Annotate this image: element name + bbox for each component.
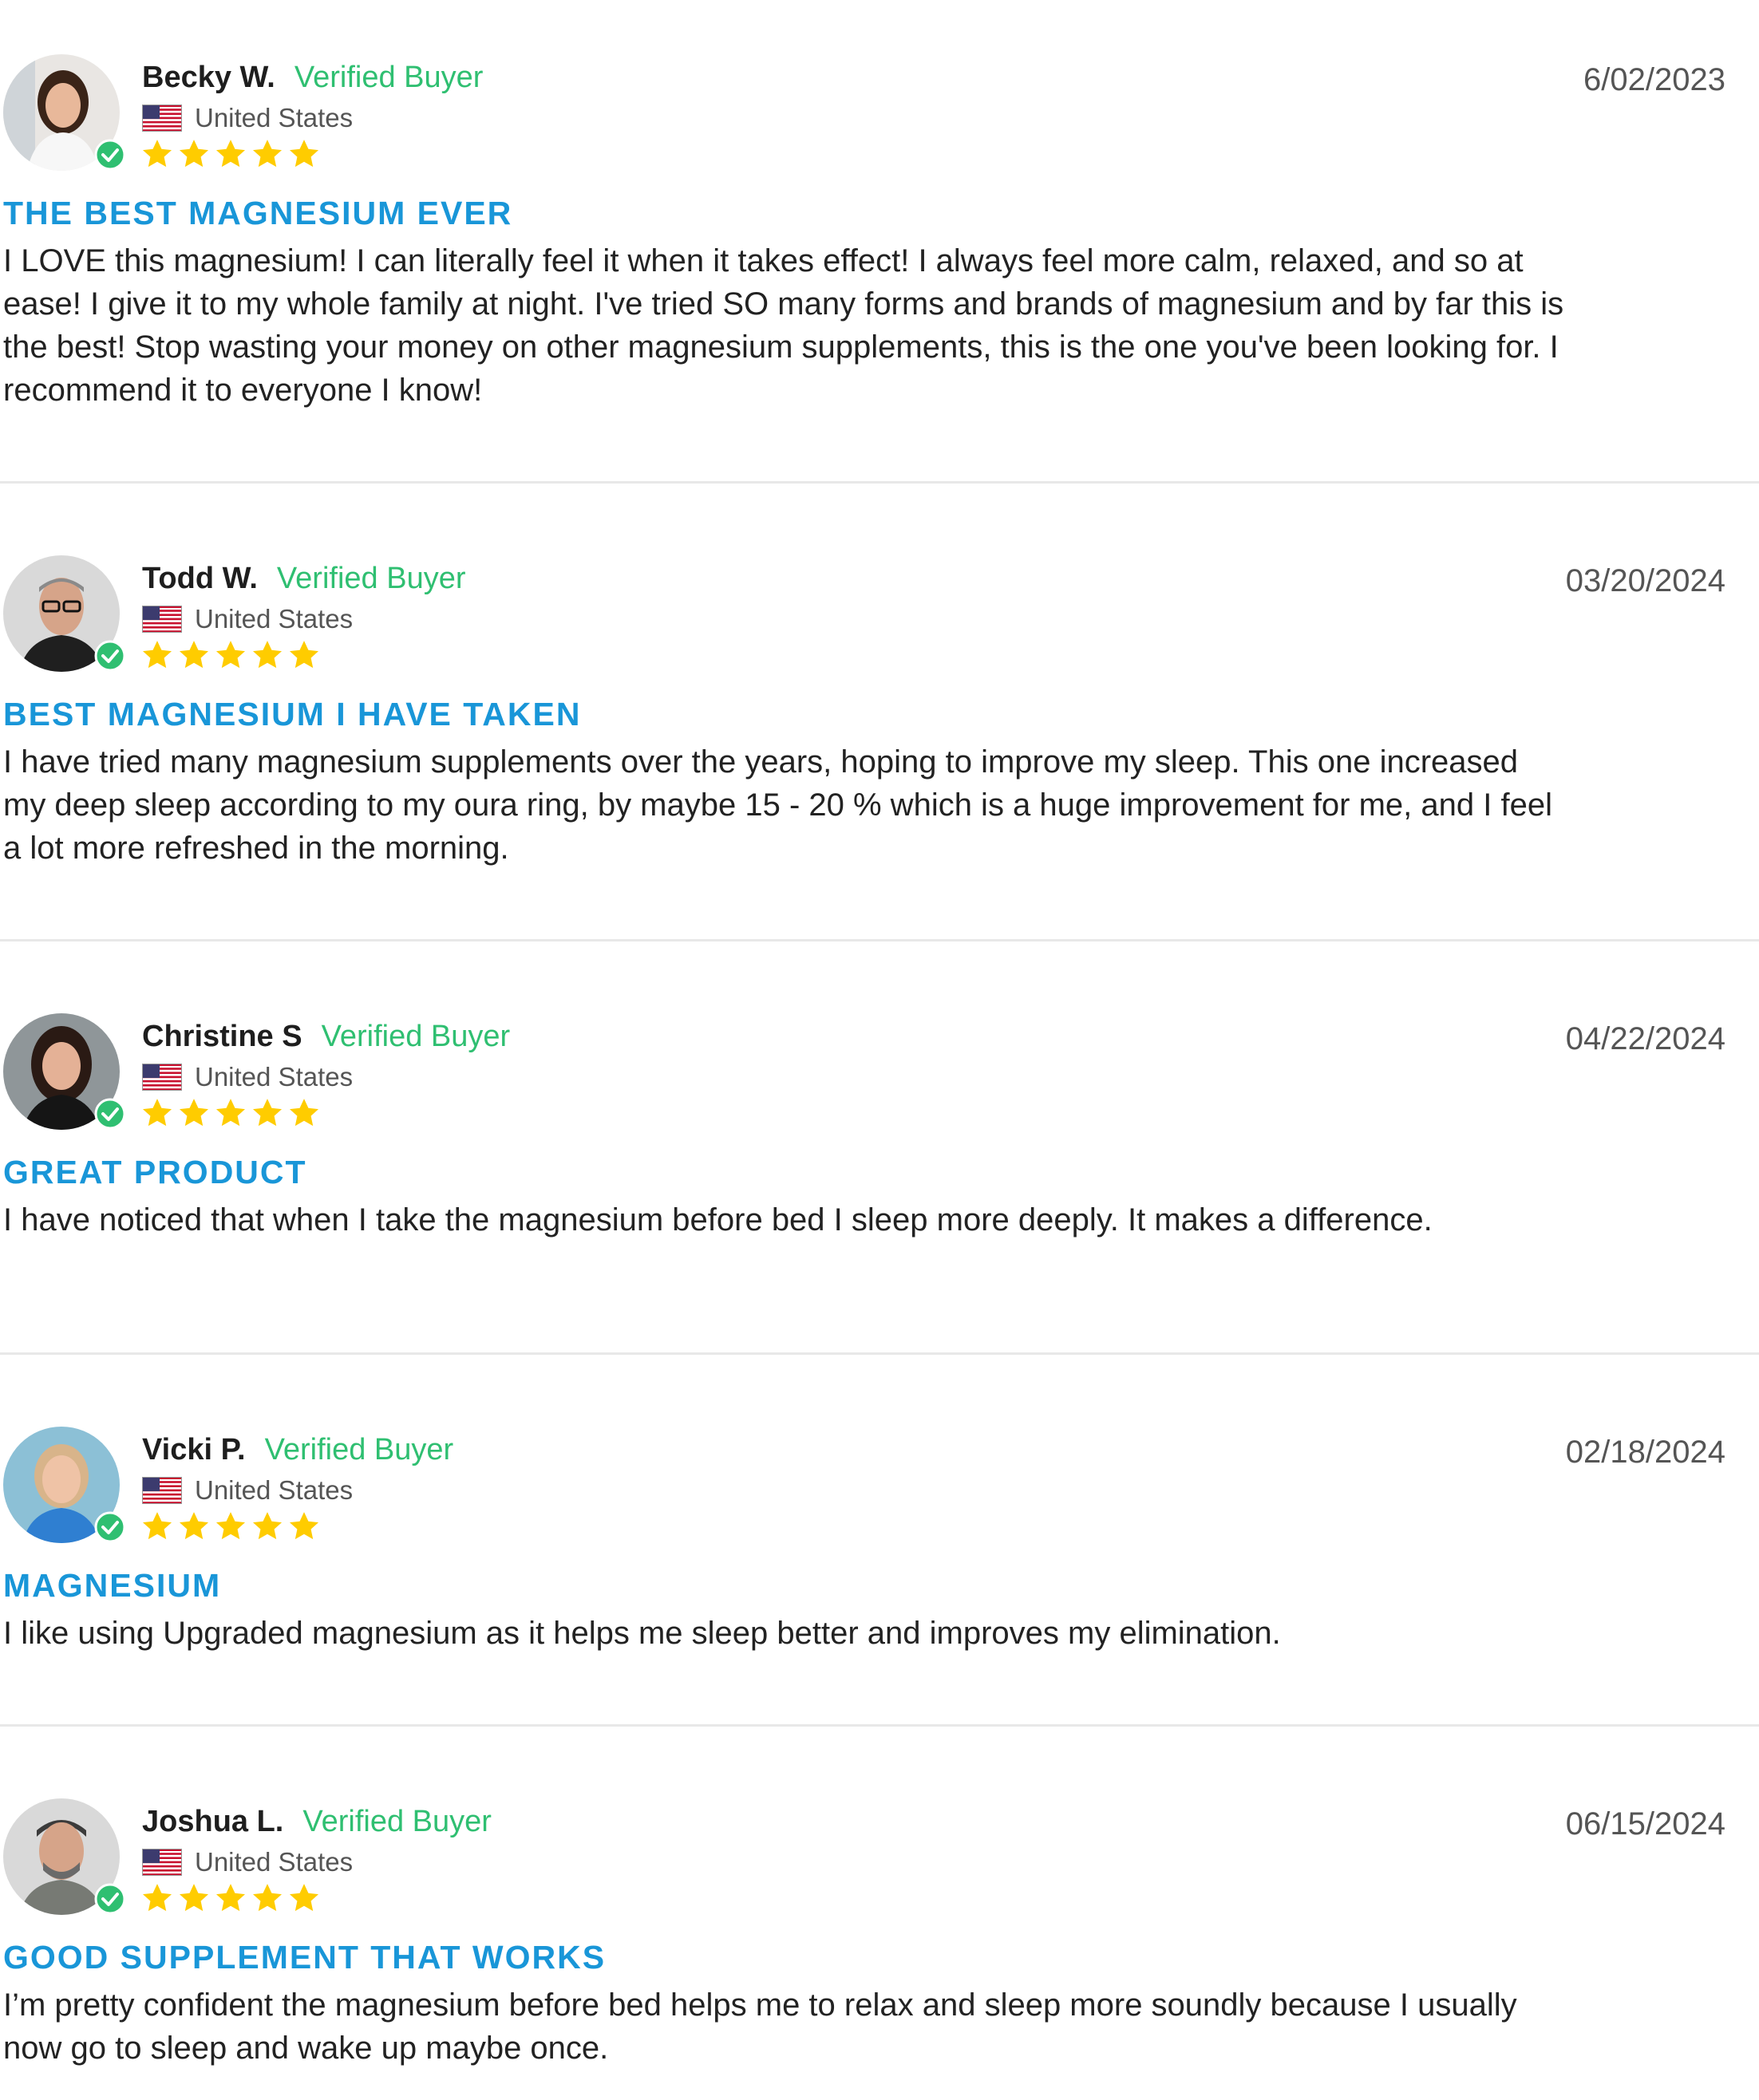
verified-badge: Verified Buyer — [302, 1805, 492, 1838]
star-icon — [289, 1884, 319, 1912]
us-flag-icon — [142, 1477, 182, 1504]
star-icon — [179, 1099, 209, 1127]
star-icon — [179, 641, 209, 669]
star-icon — [215, 641, 246, 669]
verified-check-icon — [94, 1883, 126, 1915]
country-label: United States — [195, 1062, 354, 1091]
review-body: I have noticed that when I take the magn… — [3, 1202, 1433, 1238]
review-title: BEST MAGNESIUM I HAVE TAKEN — [3, 696, 582, 732]
star-icon — [142, 641, 172, 669]
verified-check-icon — [94, 1098, 126, 1130]
review-body: I’m pretty confident the magnesium befor… — [3, 1988, 1517, 2066]
country-label: United States — [195, 103, 354, 132]
divider — [0, 1352, 1759, 1355]
country-label: United States — [195, 1847, 354, 1877]
star-icon — [142, 1512, 172, 1540]
verified-check-icon — [94, 139, 126, 171]
divider — [0, 481, 1759, 484]
verified-check-icon — [94, 1511, 126, 1543]
reviewer-line: Becky W. Verified Buyer — [142, 61, 483, 99]
star-rating — [140, 1881, 321, 1915]
reviewer-line: Joshua L. Verified Buyer — [142, 1805, 492, 1843]
star-icon — [289, 1512, 319, 1540]
us-flag-icon — [142, 1849, 182, 1876]
reviewer-line: Christine S Verified Buyer — [142, 1020, 510, 1058]
star-icon — [179, 1512, 209, 1540]
star-icon — [252, 1512, 283, 1540]
country-label: United States — [195, 604, 354, 634]
reviews-list: Becky W. Verified Buyer 6/02/2023 United… — [0, 0, 1759, 2100]
star-icon — [289, 140, 319, 168]
reviewer-name: Christine S — [142, 1020, 302, 1053]
reviewer-location: United States — [142, 603, 353, 635]
star-icon — [252, 1099, 283, 1127]
star-icon — [142, 1099, 172, 1127]
star-icon — [179, 140, 209, 168]
review-title: GOOD SUPPLEMENT THAT WORKS — [3, 1939, 607, 1976]
us-flag-icon — [142, 1064, 182, 1091]
reviewer-name: Becky W. — [142, 61, 275, 94]
star-icon — [252, 140, 283, 168]
review-date: 6/02/2023 — [1583, 62, 1725, 97]
verified-badge: Verified Buyer — [294, 61, 484, 94]
reviewer-name: Todd W. — [142, 562, 258, 595]
star-icon — [215, 1099, 246, 1127]
star-rating — [140, 638, 321, 672]
star-icon — [142, 1884, 172, 1912]
divider — [0, 939, 1759, 941]
star-icon — [252, 641, 283, 669]
star-icon — [179, 1884, 209, 1912]
review-body: I like using Upgraded magnesium as it he… — [3, 1616, 1281, 1651]
divider — [0, 1724, 1759, 1727]
verified-badge: Verified Buyer — [276, 562, 466, 595]
review-date: 03/20/2024 — [1565, 563, 1725, 598]
review-date: 02/18/2024 — [1565, 1435, 1725, 1470]
star-rating — [140, 1510, 321, 1543]
review-body: I LOVE this magnesium! I can literally f… — [3, 243, 1564, 408]
reviewer-name: Joshua L. — [142, 1805, 284, 1838]
reviewer-name: Vicki P. — [142, 1433, 246, 1466]
review-date: 06/15/2024 — [1565, 1806, 1725, 1841]
review-title: MAGNESIUM — [3, 1567, 222, 1604]
star-rating — [140, 137, 321, 171]
star-icon — [289, 641, 319, 669]
star-icon — [215, 1884, 246, 1912]
reviewer-location: United States — [142, 1061, 353, 1093]
review-title: THE BEST MAGNESIUM EVER — [3, 195, 513, 231]
verified-badge: Verified Buyer — [264, 1433, 454, 1466]
star-icon — [142, 140, 172, 168]
star-rating — [140, 1096, 321, 1130]
star-icon — [289, 1099, 319, 1127]
star-icon — [215, 1512, 246, 1540]
reviewer-line: Todd W. Verified Buyer — [142, 562, 466, 600]
review-title: GREAT PRODUCT — [3, 1154, 307, 1190]
verified-check-icon — [94, 640, 126, 672]
reviewer-location: United States — [142, 102, 353, 134]
review-body: I have tried many magnesium supplements … — [3, 744, 1552, 866]
star-icon — [252, 1884, 283, 1912]
reviewer-location: United States — [142, 1846, 353, 1878]
reviewer-location: United States — [142, 1474, 353, 1506]
reviewer-line: Vicki P. Verified Buyer — [142, 1433, 453, 1471]
us-flag-icon — [142, 606, 182, 633]
review-date: 04/22/2024 — [1565, 1021, 1725, 1056]
verified-badge: Verified Buyer — [321, 1020, 511, 1053]
country-label: United States — [195, 1475, 354, 1505]
us-flag-icon — [142, 105, 182, 132]
star-icon — [215, 140, 246, 168]
